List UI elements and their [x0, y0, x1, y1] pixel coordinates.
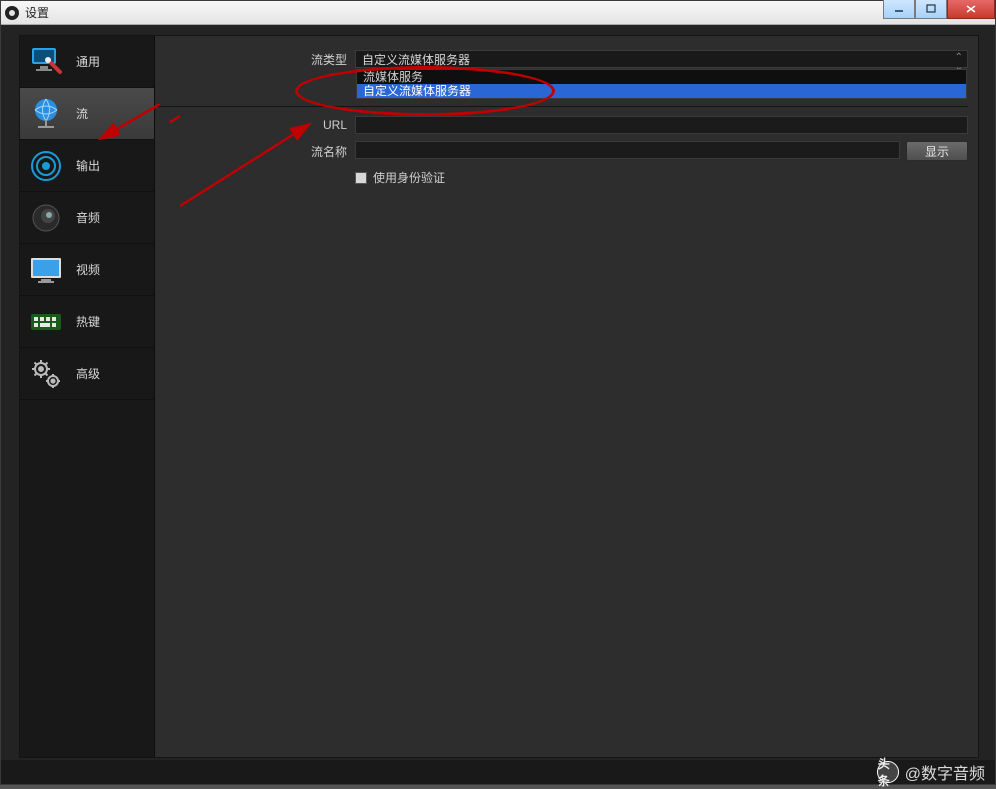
app-icon — [5, 6, 19, 20]
speaker-icon — [26, 198, 66, 238]
stream-type-select[interactable]: 自定义流媒体服务器 ⌃⌄ 流媒体服务 自定义流媒体服务器 — [355, 50, 968, 68]
sidebar-item-label: 热键 — [76, 313, 100, 330]
sidebar-item-label: 流 — [76, 105, 88, 122]
stream-key-label: 流名称 — [155, 143, 355, 160]
dropdown-option-custom[interactable]: 自定义流媒体服务器 — [357, 84, 966, 98]
stream-type-label: 流类型 — [155, 51, 355, 68]
globe-icon — [26, 94, 66, 134]
minimize-button[interactable] — [883, 0, 915, 19]
window-title: 设置 — [25, 4, 49, 21]
window-controls — [883, 0, 995, 19]
sidebar-item-label: 通用 — [76, 53, 100, 70]
close-button[interactable] — [947, 0, 995, 19]
titlebar[interactable]: 设置 — [1, 1, 995, 25]
dropdown-option-service[interactable]: 流媒体服务 — [357, 70, 966, 84]
url-input[interactable] — [355, 116, 968, 134]
stream-type-value: 自定义流媒体服务器 — [362, 51, 470, 68]
sidebar-item-stream[interactable]: 流 — [20, 88, 154, 140]
sidebar-item-audio[interactable]: 音频 — [20, 192, 154, 244]
sidebar-item-advanced[interactable]: 高级 — [20, 348, 154, 400]
sidebar-item-output[interactable]: 输出 — [20, 140, 154, 192]
sidebar-item-label: 音频 — [76, 209, 100, 226]
sidebar-item-video[interactable]: 视频 — [20, 244, 154, 296]
toutiao-logo-icon: 头条 — [877, 761, 899, 783]
maximize-icon — [926, 4, 936, 14]
monitor-icon — [26, 250, 66, 290]
broadcast-icon — [26, 146, 66, 186]
settings-window: 设置 — [0, 0, 996, 785]
use-auth-checkbox[interactable] — [355, 172, 367, 184]
use-auth-label: 使用身份验证 — [373, 169, 445, 186]
close-icon — [965, 4, 977, 14]
sidebar-item-label: 输出 — [76, 157, 100, 174]
show-button[interactable]: 显示 — [906, 141, 968, 161]
maximize-button[interactable] — [915, 0, 947, 19]
sidebar-item-label: 高级 — [76, 365, 100, 382]
sidebar-item-hotkeys[interactable]: 热键 — [20, 296, 154, 348]
gears-icon — [26, 354, 66, 394]
watermark-bar: 头条 @数字音频 — [1, 760, 995, 784]
settings-panel: 通用 流 — [19, 35, 979, 758]
sidebar-item-general[interactable]: 通用 — [20, 36, 154, 88]
keyboard-icon — [26, 302, 66, 342]
stream-type-dropdown: 流媒体服务 自定义流媒体服务器 — [356, 69, 967, 99]
stream-key-input[interactable] — [355, 141, 900, 159]
sidebar-item-label: 视频 — [76, 261, 100, 278]
stream-settings-content: 流类型 自定义流媒体服务器 ⌃⌄ 流媒体服务 自定义流媒体服务器 — [155, 36, 978, 757]
client-area: 通用 流 — [1, 25, 995, 760]
url-label: URL — [155, 118, 355, 132]
separator — [155, 106, 968, 107]
minimize-icon — [894, 4, 904, 14]
watermark-handle: @数字音频 — [905, 760, 985, 784]
sidebar: 通用 流 — [20, 36, 155, 757]
monitor-wrench-icon — [26, 42, 66, 82]
